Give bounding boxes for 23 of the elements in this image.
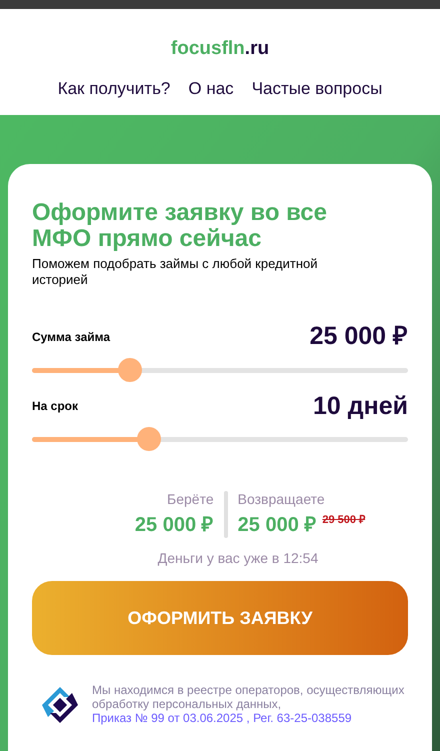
take-label: Берёте <box>167 490 214 509</box>
registry-link[interactable]: Приказ № 99 от 03.06.2025 , Рег. 63-25-038559 <box>92 711 352 725</box>
slider-label: На срок <box>32 398 78 415</box>
form-title: Оформите заявку во все МФО прямо сейчас <box>32 200 328 252</box>
nav-link[interactable]: Как получить? <box>58 76 170 101</box>
nav-link[interactable]: О нас <box>188 76 234 101</box>
return-amount: 25 000 ₽ <box>238 513 316 538</box>
slider-thumb[interactable] <box>136 427 161 451</box>
eta-text: Деньги у вас уже в 12:54 <box>156 549 320 568</box>
return-label: Возвращаете <box>238 490 326 509</box>
old-amount: 29 500 ₽ <box>322 513 366 528</box>
take-amount: 25 000 ₽ <box>134 513 214 538</box>
slider-label: Сумма займа <box>32 328 110 346</box>
slider-value: 25 000 ₽ <box>310 321 408 352</box>
slider-thumb[interactable] <box>118 358 142 382</box>
slider[interactable] <box>32 358 408 382</box>
registry-text: Мы находимся в реестре операторов, осуществляющих обработку персональных данных, <box>92 683 404 711</box>
logo-domain[interactable]: .ru <box>244 38 270 59</box>
slider[interactable] <box>32 427 408 451</box>
form-subtitle: Поможем подобрать займы с любой кредитной историей <box>32 256 319 288</box>
slider-value: 10 дней <box>313 390 408 422</box>
shield-logo-icon <box>40 685 80 725</box>
nav-link[interactable]: Частые вопросы <box>252 76 382 101</box>
